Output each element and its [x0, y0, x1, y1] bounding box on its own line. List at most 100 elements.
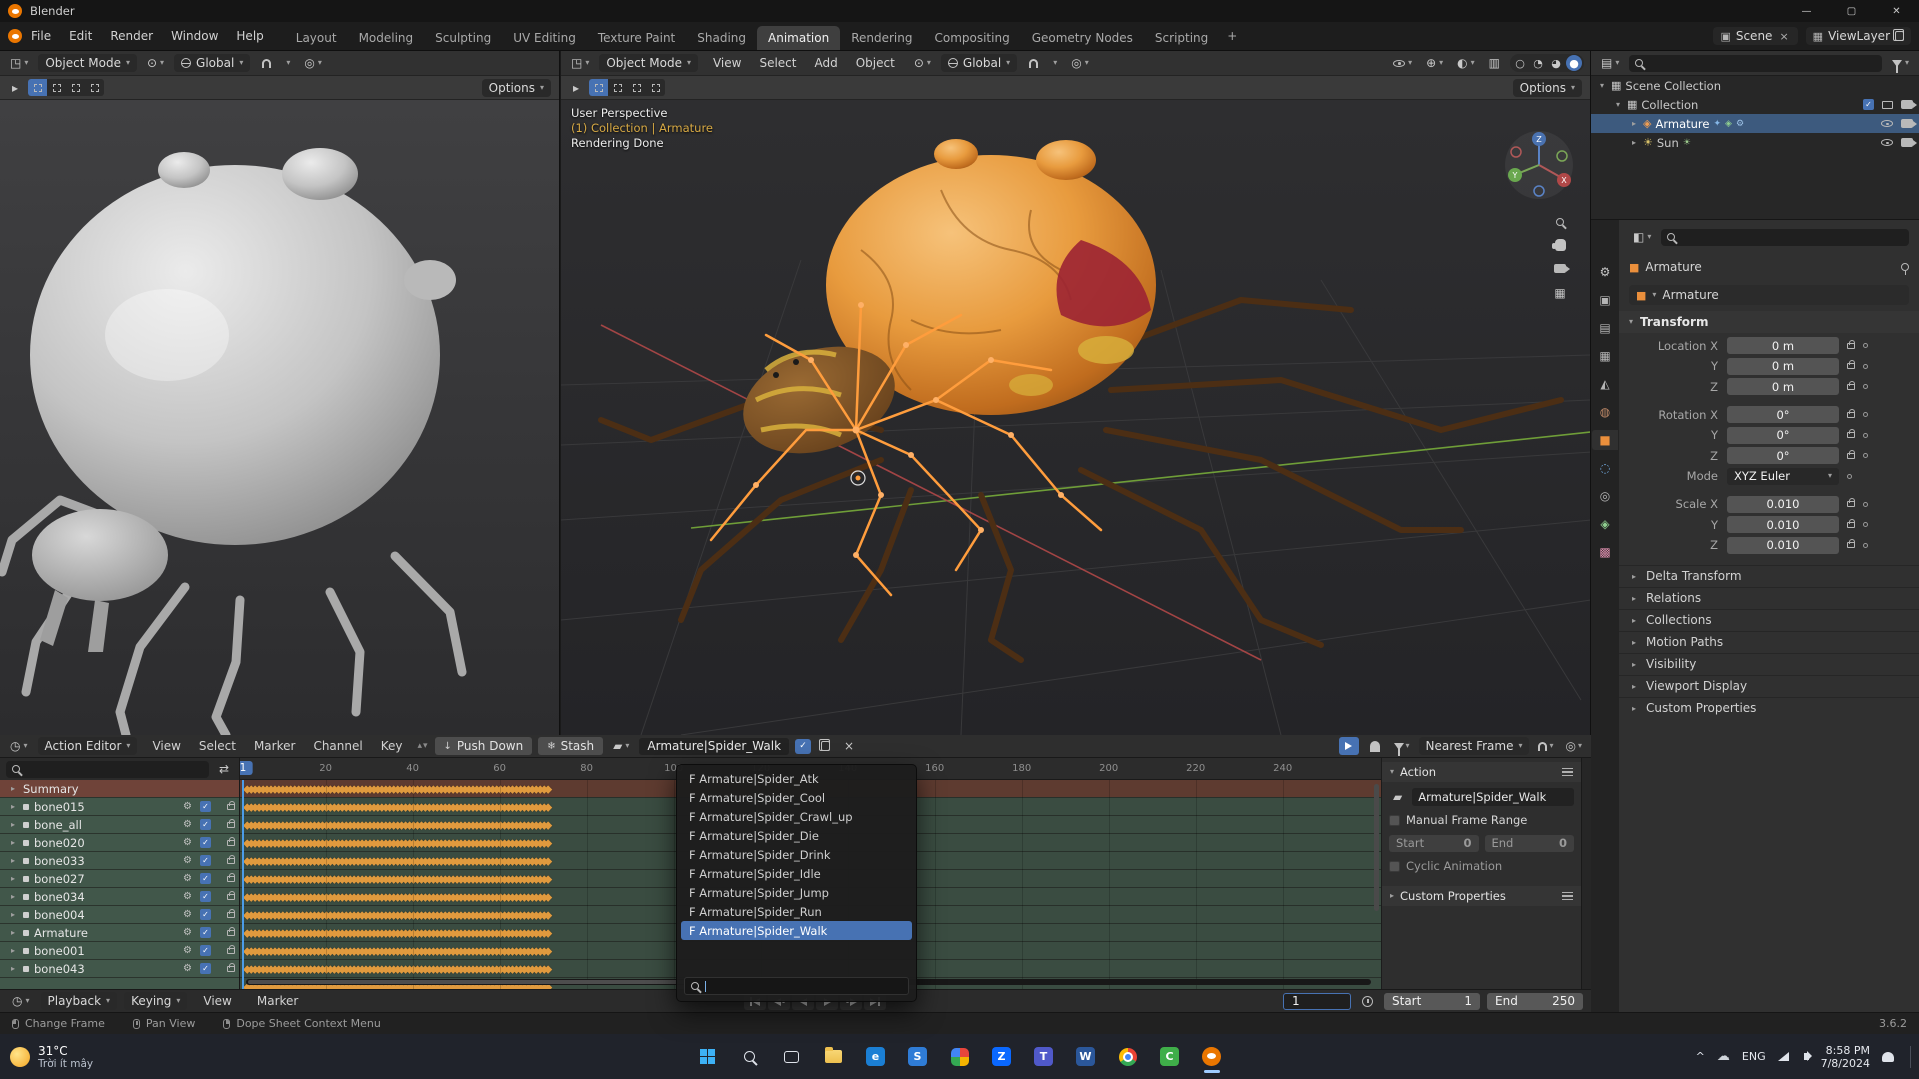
camera-icon[interactable] — [1901, 138, 1913, 147]
eye-icon[interactable] — [1881, 120, 1893, 127]
camera-icon[interactable] — [1901, 100, 1913, 109]
modifier-icon[interactable]: ⚙ — [183, 963, 192, 974]
notifications-icon[interactable] — [1882, 1052, 1894, 1062]
workspace-tab-compositing[interactable]: Compositing — [923, 26, 1020, 50]
workspace-tab-scripting[interactable]: Scripting — [1144, 26, 1219, 50]
start-icon[interactable] — [693, 1039, 723, 1075]
render-icon[interactable]: ▣ — [1592, 290, 1618, 310]
lock-icon[interactable] — [1847, 522, 1855, 528]
dopesheet-mode-dropdown[interactable]: Action Editor▾ — [38, 737, 138, 755]
section-delta-transform[interactable]: ▸Delta Transform — [1619, 565, 1919, 587]
action-option-f-armature-spider-die[interactable]: F Armature|Spider_Die — [681, 826, 912, 845]
action-option-f-armature-spider-idle[interactable]: F Armature|Spider_Idle — [681, 864, 912, 883]
properties-editor-icon[interactable]: ◧▾ — [1629, 229, 1655, 245]
word-icon[interactable]: W — [1071, 1039, 1101, 1075]
lock-icon[interactable] — [227, 912, 235, 918]
gizmo-x-label[interactable]: X — [1561, 176, 1567, 185]
orientation-dropdown[interactable]: Global▾ — [174, 54, 250, 72]
lock-icon[interactable] — [227, 822, 235, 828]
cyclic-animation-checkbox[interactable] — [1389, 861, 1400, 872]
file-explorer-icon[interactable] — [819, 1039, 849, 1075]
value-field[interactable]: 0° — [1727, 427, 1839, 444]
workspace-tab-animation[interactable]: Animation — [757, 26, 840, 50]
action-id-field[interactable]: Armature|Spider_Walk — [1412, 788, 1574, 806]
stash-button[interactable]: ❄Stash — [538, 737, 603, 755]
action-name-field[interactable]: Armature|Spider_Walk — [639, 738, 789, 755]
volume-icon[interactable] — [1804, 1053, 1809, 1060]
language-indicator[interactable]: ENG — [1742, 1050, 1766, 1063]
scene-selector[interactable]: ▣ Scene × — [1713, 27, 1797, 45]
current-frame-indicator[interactable]: 1 — [240, 761, 252, 775]
channel-bone015[interactable]: ▸bone015⚙✓ — [0, 798, 239, 816]
modifier-icon[interactable]: ⚙ — [183, 873, 192, 884]
lock-icon[interactable] — [1847, 363, 1855, 369]
disclosure-icon[interactable]: ▸ — [8, 856, 18, 865]
gizmo-z-label[interactable]: Z — [1536, 135, 1542, 144]
show-desktop-button[interactable] — [1910, 1046, 1911, 1068]
zoom-icon[interactable] — [1556, 218, 1564, 226]
lock-icon[interactable] — [1847, 453, 1855, 459]
mode-dropdown[interactable]: XYZ Euler▾ — [1727, 468, 1839, 485]
weather-widget[interactable]: 31°C Trời ít mây — [10, 1044, 93, 1070]
disclosure-icon[interactable]: ▸ — [8, 946, 18, 955]
fake-user-toggle[interactable]: ✓ — [795, 739, 811, 754]
action-option-f-armature-spider-cool[interactable]: F Armature|Spider_Cool — [681, 788, 912, 807]
orientation-dropdown[interactable]: Global▾ — [941, 54, 1017, 72]
editor-type-icon[interactable]: ◳▾ — [567, 55, 593, 71]
disclosure-icon[interactable]: ▸ — [8, 910, 18, 919]
menu-help[interactable]: Help — [227, 26, 272, 46]
close-button[interactable]: ✕ — [1874, 0, 1919, 22]
pivot-icon[interactable]: ⊙▾ — [910, 55, 935, 71]
action-option-f-armature-spider-drink[interactable]: F Armature|Spider_Drink — [681, 845, 912, 864]
animate-dot[interactable] — [1863, 522, 1868, 527]
section-relations[interactable]: ▸Relations — [1619, 587, 1919, 609]
view-layer-selector[interactable]: ▦ ViewLayer — [1806, 27, 1911, 45]
modifier-icon[interactable]: ⚙ — [183, 855, 192, 866]
animate-dot[interactable] — [1863, 502, 1868, 507]
snap-mode-dropdown[interactable]: Nearest Frame▾ — [1419, 737, 1530, 755]
outliner-row-scene-collection[interactable]: ▾▦Scene Collection — [1591, 76, 1919, 95]
tray-overflow-icon[interactable]: ^ — [1696, 1050, 1705, 1063]
gizmo-y-label[interactable]: Y — [1512, 171, 1518, 180]
disclosure-icon[interactable]: ▸ — [8, 928, 18, 937]
channel-bone001[interactable]: ▸bone001⚙✓ — [0, 942, 239, 960]
menu-marker[interactable]: Marker — [248, 991, 307, 1011]
constraints-icon[interactable]: ◎ — [1592, 486, 1618, 506]
section-custom-properties[interactable]: ▸Custom Properties — [1619, 697, 1919, 719]
current-frame-line[interactable] — [242, 780, 244, 989]
teams-icon[interactable]: T — [1029, 1039, 1059, 1075]
animate-dot[interactable] — [1863, 412, 1868, 417]
channel-enable-checkbox[interactable]: ✓ — [200, 855, 211, 866]
only-selected-toggle[interactable] — [1339, 737, 1359, 755]
animate-dot[interactable] — [1863, 384, 1868, 389]
disclosure-icon[interactable]: ▾ — [1613, 100, 1623, 109]
disclosure-icon[interactable]: ▾ — [1597, 81, 1607, 90]
workspace-tab-uv-editing[interactable]: UV Editing — [502, 26, 587, 50]
lock-icon[interactable] — [1847, 343, 1855, 349]
action-option-f-armature-spider-atk[interactable]: F Armature|Spider_Atk — [681, 769, 912, 788]
lock-icon[interactable] — [1847, 501, 1855, 507]
dopesheet-editor-icon[interactable]: ◷▾ — [6, 738, 32, 754]
channel-enable-checkbox[interactable]: ✓ — [200, 837, 211, 848]
animate-dot[interactable] — [1863, 343, 1868, 348]
modifier-icon[interactable]: ⚙ — [183, 909, 192, 920]
menu-edit[interactable]: Edit — [60, 26, 101, 46]
channel-enable-checkbox[interactable]: ✓ — [200, 801, 211, 812]
object-name-field[interactable]: ■ ▾ Armature — [1629, 285, 1909, 305]
chrome-icon[interactable] — [1113, 1039, 1143, 1075]
task-view-icon[interactable] — [777, 1039, 807, 1075]
action-browse-icon[interactable]: ▰▾ — [609, 738, 633, 754]
channel-bone034[interactable]: ▸bone034⚙✓ — [0, 888, 239, 906]
navigation-gizmo[interactable]: Z X Y — [1502, 128, 1576, 202]
search-icon[interactable] — [735, 1039, 765, 1075]
vertical-scrollbar[interactable] — [1374, 784, 1379, 911]
select-extend-icon[interactable] — [608, 79, 627, 96]
channel-bone020[interactable]: ▸bone020⚙✓ — [0, 834, 239, 852]
viewport-right-canvas[interactable]: User Perspective (1) Collection | Armatu… — [561, 100, 1590, 735]
monitor-icon[interactable] — [1882, 101, 1893, 109]
snap-magnet-icon[interactable] — [1023, 54, 1043, 72]
menu-window[interactable]: Window — [162, 26, 227, 46]
onedrive-icon[interactable]: ☁ — [1717, 1049, 1730, 1064]
viewport-menu-object[interactable]: Object — [847, 53, 904, 73]
panel-menu-icon[interactable] — [1562, 892, 1573, 900]
